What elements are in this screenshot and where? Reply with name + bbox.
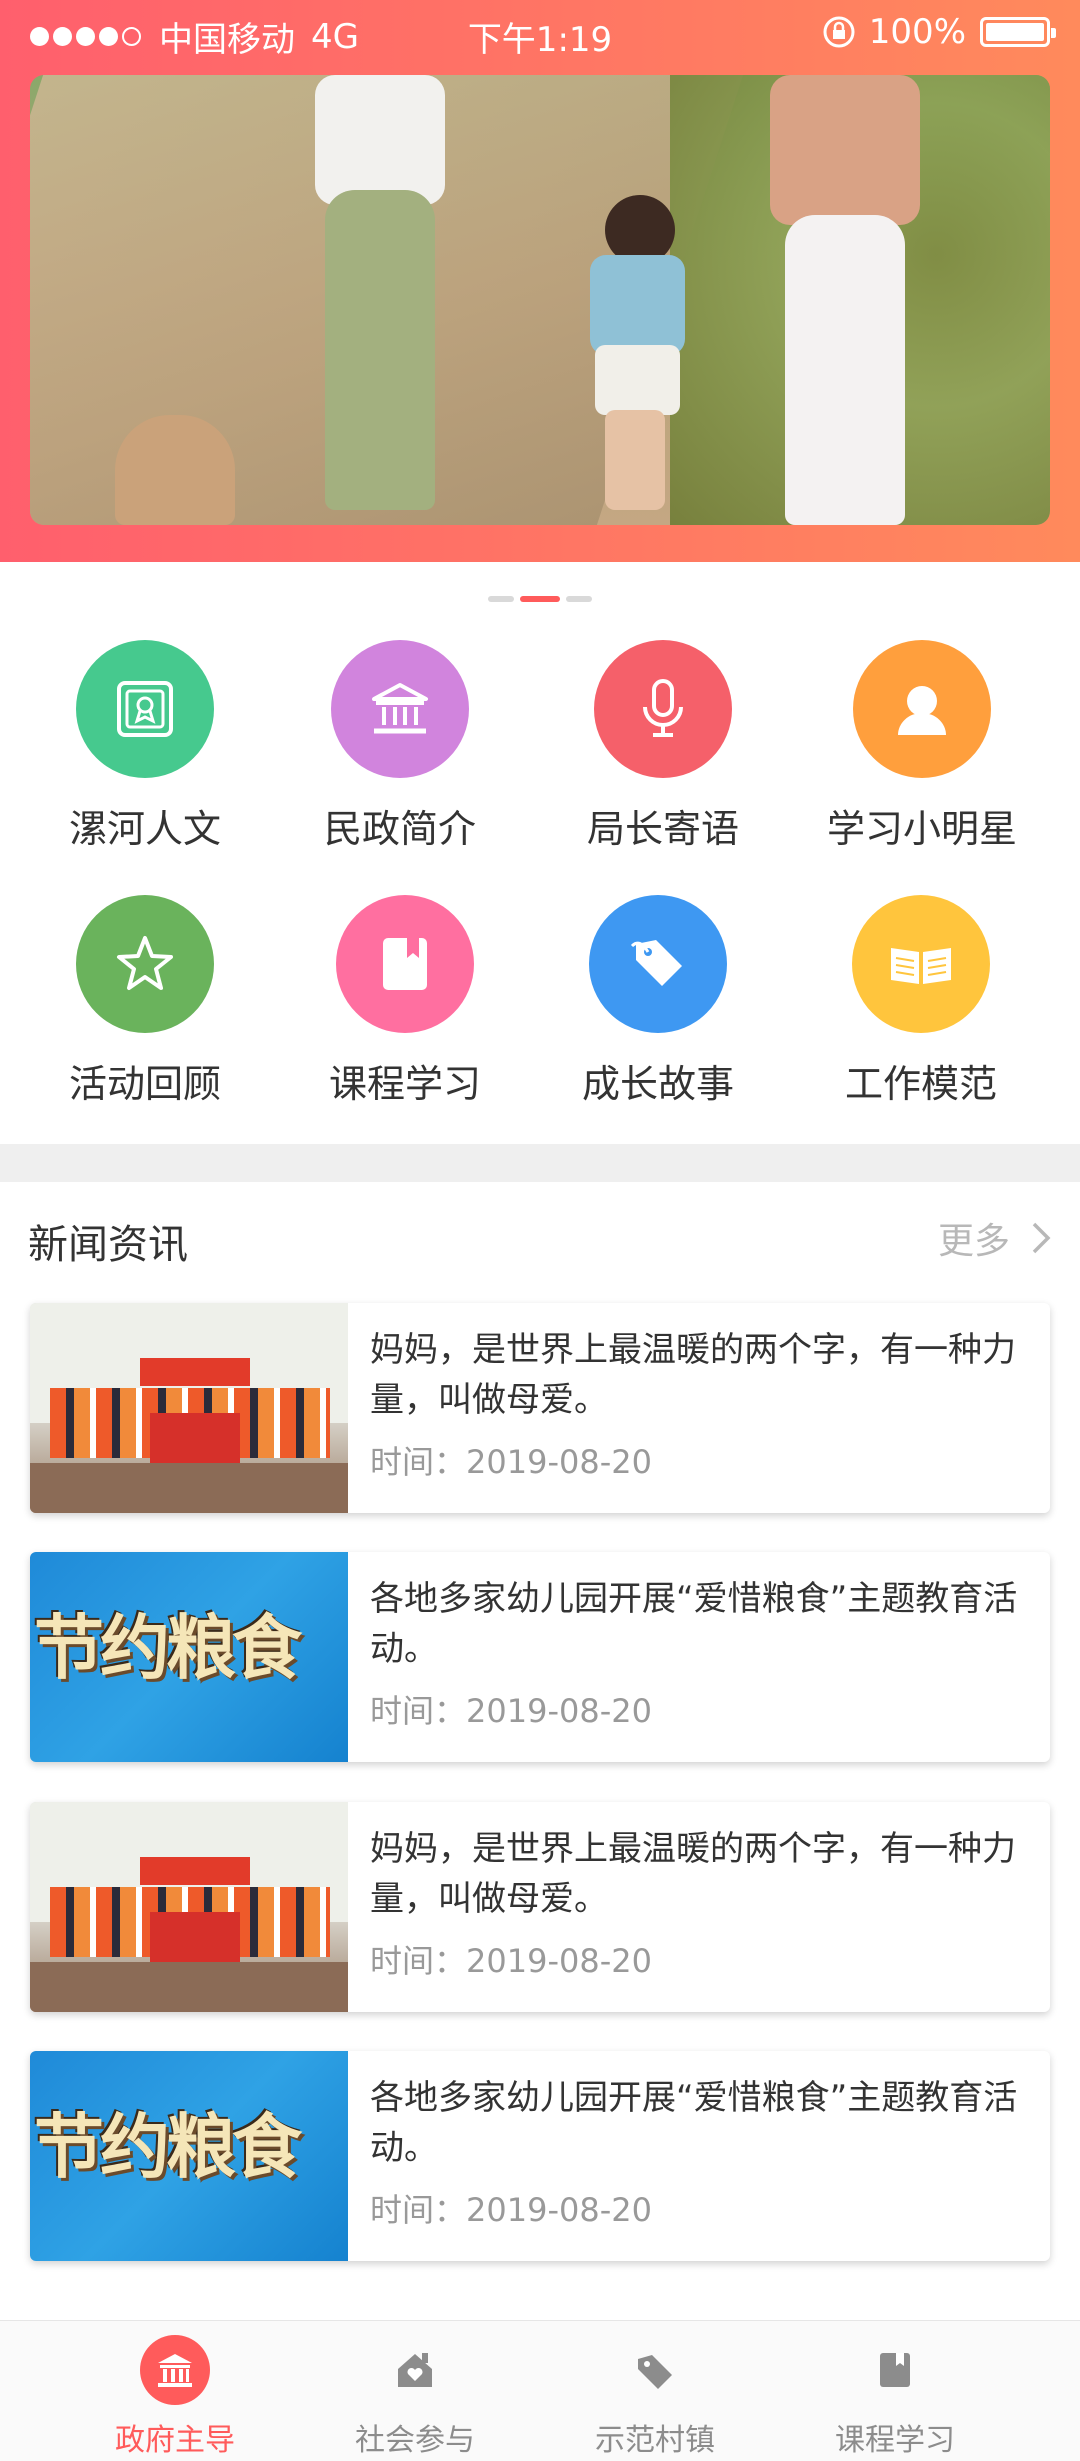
grid-item-work-model[interactable]: 工作模范	[786, 895, 1056, 1108]
thumbnail-text: 节约粮食	[34, 2105, 302, 2188]
news-card[interactable]: 节约粮食 各地多家幼儿园开展“爱惜粮食”主题教育活动。 时间：2019-08-2…	[30, 1552, 1050, 1762]
news-card[interactable]: 妈妈，是世界上最温暖的两个字，有一种力量，叫做母爱。 时间：2019-08-20	[30, 1303, 1050, 1513]
open-book-icon	[852, 895, 990, 1033]
news-more-link[interactable]: 更多	[938, 1212, 1052, 1264]
grid-item-civil-affairs[interactable]: 民政简介	[265, 640, 535, 853]
news-thumbnail	[30, 1303, 348, 1513]
carousel-dot-active[interactable]	[520, 596, 560, 602]
news-title: 各地多家幼儿园开展“爱惜粮食”主题教育活动。	[370, 2078, 1018, 2168]
chevron-right-icon	[1032, 1222, 1051, 1254]
status-right: 100%	[821, 12, 1056, 52]
news-time: 时间：2019-08-20	[370, 2191, 652, 2229]
tab-social-participation[interactable]: 社会参与	[295, 2321, 535, 2461]
news-title: 各地多家幼儿园开展“爱惜粮食”主题教育活动。	[370, 1579, 1018, 1669]
carousel-dot[interactable]	[566, 596, 592, 602]
news-title: 妈妈，是世界上最温暖的两个字，有一种力量，叫做母爱。	[370, 1829, 1016, 1919]
grid-label: 漯河人文	[68, 807, 221, 851]
grid-label: 课程学习	[328, 1062, 481, 1106]
grid-label: 民政简介	[323, 807, 476, 851]
news-time: 时间：2019-08-20	[370, 1692, 652, 1730]
star-icon	[76, 895, 214, 1033]
news-title: 妈妈，是世界上最温暖的两个字，有一种力量，叫做母爱。	[370, 1330, 1016, 1420]
government-icon	[140, 2335, 210, 2405]
banner-photo-parent	[305, 75, 455, 515]
grid-label: 局长寄语	[586, 807, 739, 851]
building-icon	[331, 640, 469, 778]
battery-icon	[980, 17, 1056, 47]
grid-label: 工作模范	[844, 1062, 997, 1106]
status-bar: 中国移动 4G 下午1:19 100%	[0, 0, 1080, 66]
tag-icon	[589, 895, 727, 1033]
book-icon	[336, 895, 474, 1033]
banner-carousel[interactable]	[30, 75, 1050, 525]
home-heart-icon	[380, 2335, 450, 2405]
person-icon	[853, 640, 991, 778]
news-thumbnail	[30, 1802, 348, 2012]
banner-photo-dog	[115, 415, 235, 525]
grid-item-growth-story[interactable]: 成长故事	[523, 895, 793, 1108]
microphone-icon	[594, 640, 732, 778]
tab-model-village[interactable]: 示范村镇	[535, 2321, 775, 2461]
section-divider	[0, 1144, 1080, 1182]
grid-item-course-study[interactable]: 课程学习	[270, 895, 540, 1108]
news-section-title: 新闻资讯	[28, 1222, 188, 1268]
rotation-lock-icon	[823, 16, 855, 48]
grid-label: 学习小明星	[826, 807, 1017, 851]
carousel-dot[interactable]	[488, 596, 514, 602]
news-section-header: 新闻资讯 更多	[28, 1212, 1052, 1272]
news-thumbnail: 节约粮食	[30, 1552, 348, 1762]
thumbnail-text: 节约粮食	[34, 1606, 302, 1689]
news-more-label: 更多	[937, 1221, 1010, 1262]
banner-photo-child	[570, 195, 700, 515]
news-time: 时间：2019-08-20	[370, 1443, 652, 1481]
grid-label: 活动回顾	[68, 1062, 221, 1106]
certificate-icon	[76, 640, 214, 778]
news-time: 时间：2019-08-20	[370, 1942, 652, 1980]
bottom-tab-bar: 政府主导 社会参与 示范村镇 课程学习	[0, 2320, 1080, 2461]
grid-item-study-star[interactable]: 学习小明星	[787, 640, 1057, 853]
grid-label: 成长故事	[581, 1062, 734, 1106]
battery-percent: 100%	[868, 12, 966, 52]
book-icon	[860, 2335, 930, 2405]
tab-label: 社会参与	[355, 2423, 475, 2458]
tab-government-led[interactable]: 政府主导	[55, 2321, 295, 2461]
tab-label: 政府主导	[115, 2423, 235, 2458]
carousel-indicator	[0, 596, 1080, 602]
grid-item-activity-review[interactable]: 活动回顾	[10, 895, 280, 1108]
grid-item-luohe-culture[interactable]: 漯河人文	[10, 640, 280, 853]
tab-label: 示范村镇	[595, 2423, 715, 2458]
news-card[interactable]: 节约粮食 各地多家幼儿园开展“爱惜粮食”主题教育活动。 时间：2019-08-2…	[30, 2051, 1050, 2261]
grid-item-director-message[interactable]: 局长寄语	[528, 640, 798, 853]
tag-icon	[620, 2335, 690, 2405]
tab-label: 课程学习	[835, 2423, 955, 2458]
news-thumbnail: 节约粮食	[30, 2051, 348, 2261]
banner-photo-parent	[760, 75, 930, 525]
tab-course-study[interactable]: 课程学习	[775, 2321, 1015, 2461]
news-card[interactable]: 妈妈，是世界上最温暖的两个字，有一种力量，叫做母爱。 时间：2019-08-20	[30, 1802, 1050, 2012]
